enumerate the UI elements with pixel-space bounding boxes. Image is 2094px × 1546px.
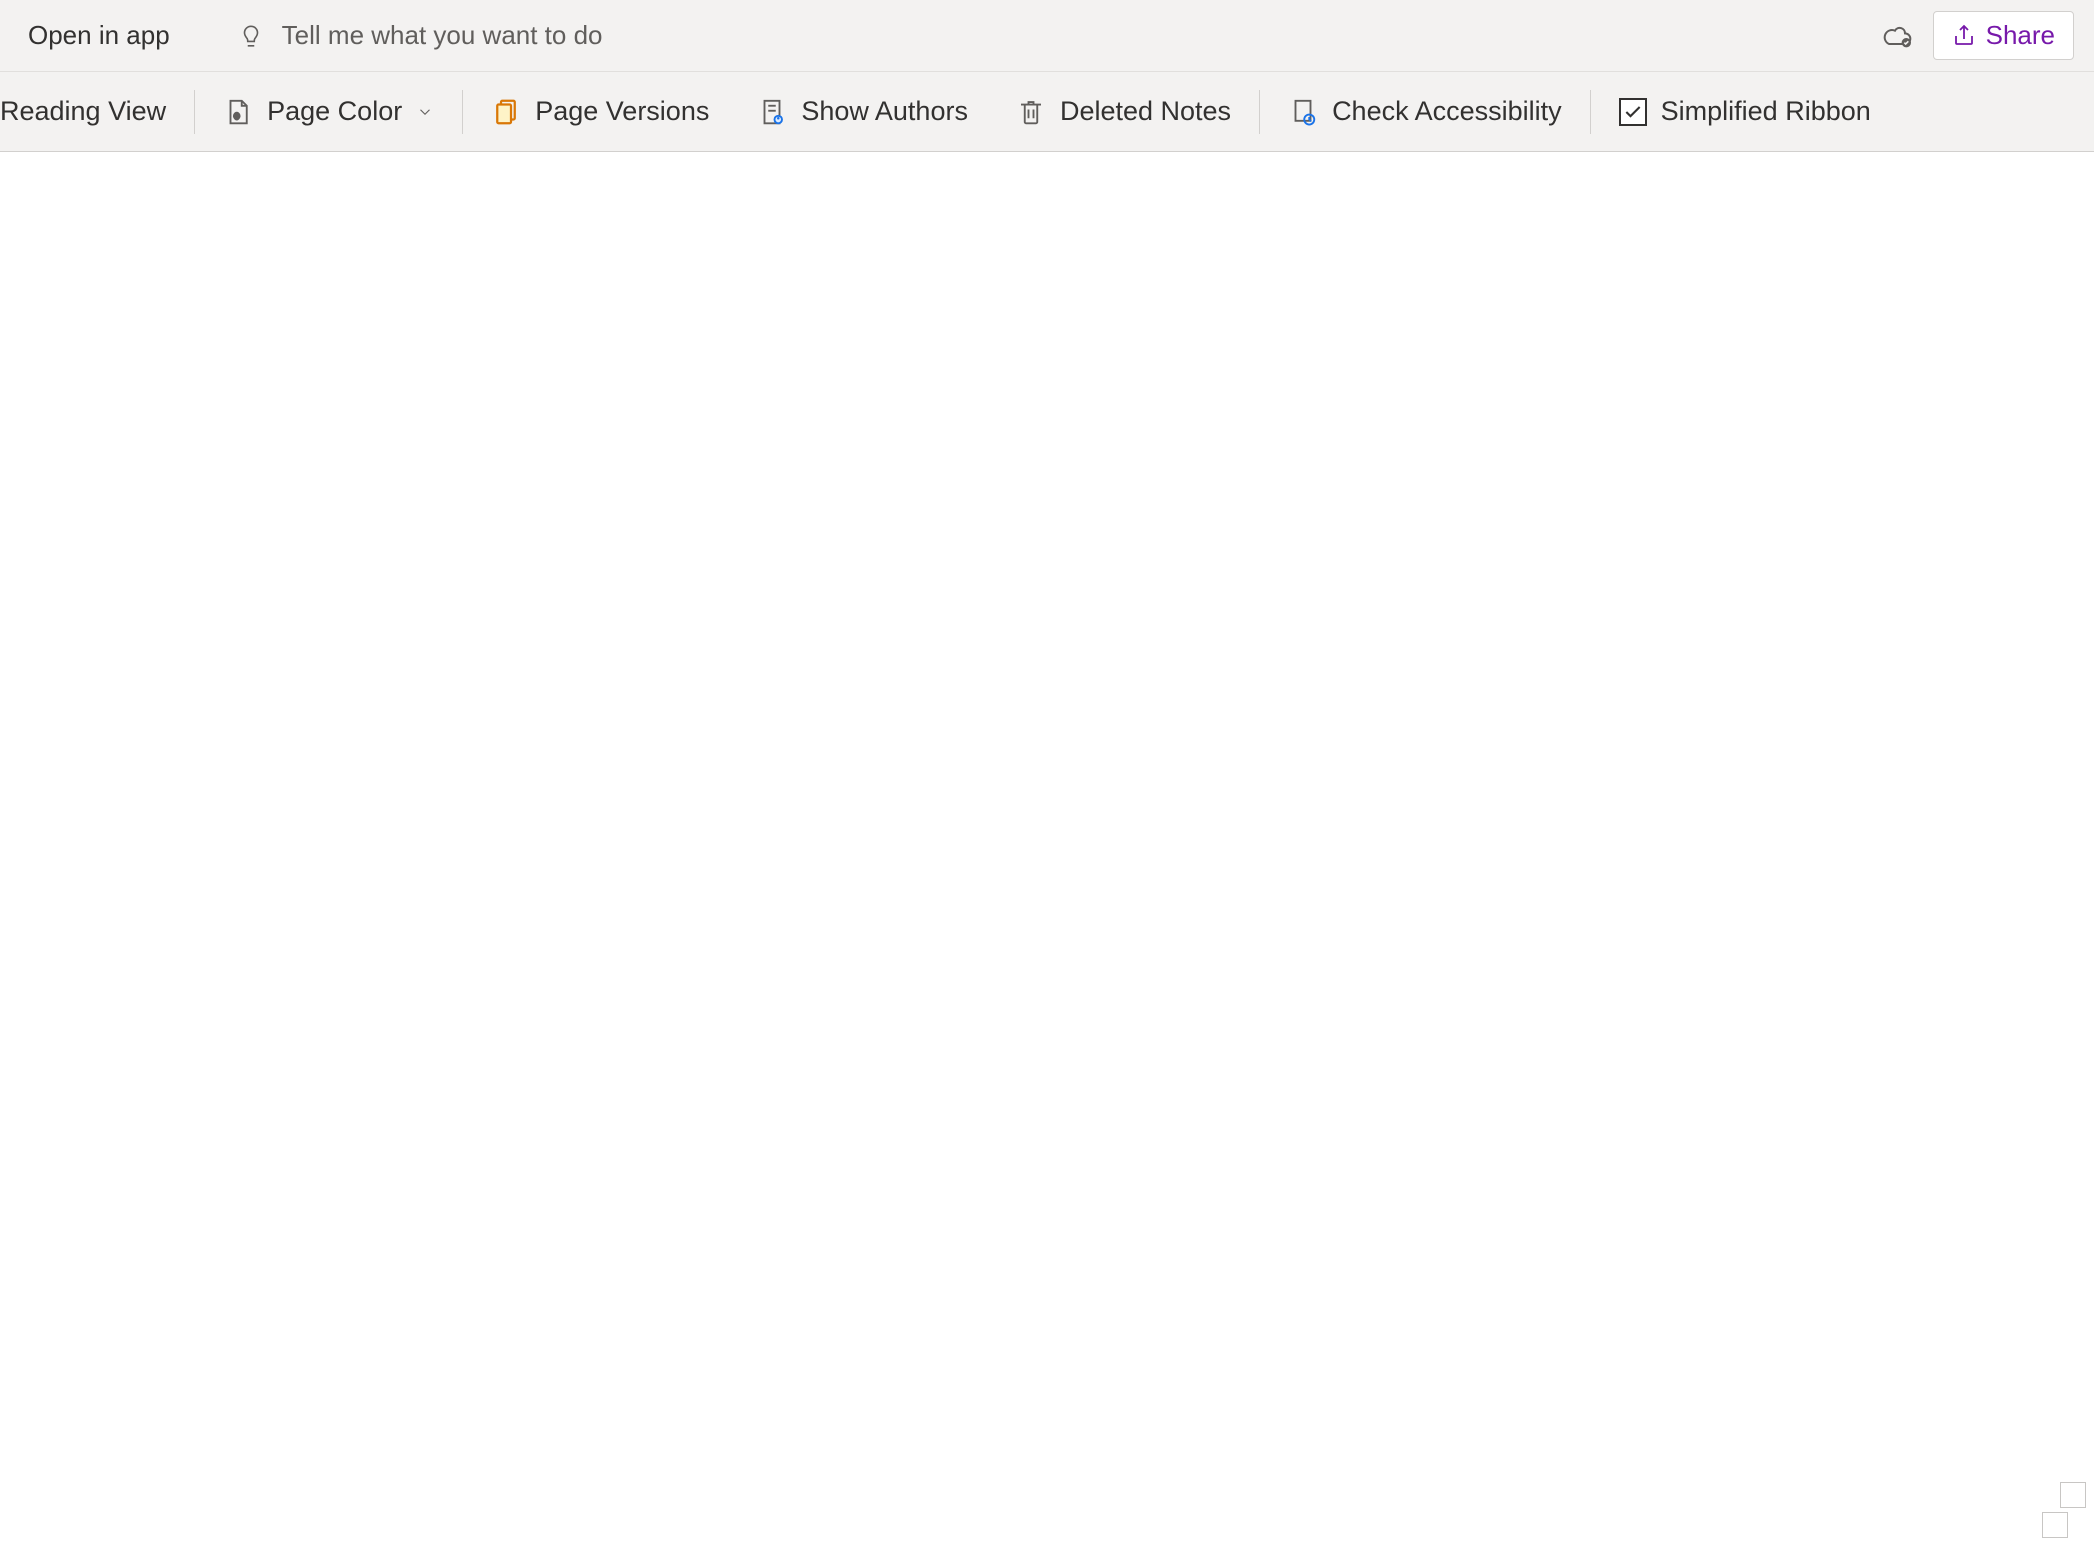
checkmark-icon: [1623, 102, 1643, 122]
show-authors-label: Show Authors: [801, 96, 968, 127]
page-versions-label: Page Versions: [535, 96, 709, 127]
deleted-notes-button[interactable]: Deleted Notes: [992, 72, 1255, 151]
top-bar: Open in app Share: [0, 0, 2094, 72]
checkbox-icon: [1619, 98, 1647, 126]
corner-box-bottom[interactable]: [2042, 1512, 2068, 1538]
ribbon-separator: [194, 90, 195, 134]
ribbon-separator: [462, 90, 463, 134]
reading-view-label: Reading View: [0, 96, 166, 127]
content-area[interactable]: [0, 152, 2094, 1546]
simplified-ribbon-toggle[interactable]: Simplified Ribbon: [1595, 72, 1895, 151]
tell-me-container: [238, 20, 1881, 51]
page-color-icon: [223, 97, 253, 127]
corner-controls: [2042, 1482, 2086, 1538]
accessibility-icon: [1288, 97, 1318, 127]
open-in-app-button[interactable]: Open in app: [10, 12, 188, 59]
simplified-ribbon-label: Simplified Ribbon: [1661, 96, 1871, 127]
page-color-button[interactable]: Page Color: [199, 72, 458, 151]
ribbon-separator: [1259, 90, 1260, 134]
cloud-sync-icon[interactable]: [1881, 20, 1913, 52]
deleted-notes-label: Deleted Notes: [1060, 96, 1231, 127]
ribbon-separator: [1590, 90, 1591, 134]
share-button[interactable]: Share: [1933, 11, 2074, 60]
trash-icon: [1016, 97, 1046, 127]
check-accessibility-label: Check Accessibility: [1332, 96, 1562, 127]
corner-box-top[interactable]: [2060, 1482, 2086, 1508]
share-icon: [1952, 24, 1976, 48]
share-label: Share: [1986, 20, 2055, 51]
page-versions-icon: [491, 97, 521, 127]
top-right: Share: [1881, 11, 2084, 60]
tell-me-input[interactable]: [282, 20, 882, 51]
show-authors-button[interactable]: Show Authors: [733, 72, 992, 151]
chevron-down-icon: [416, 103, 434, 121]
lightbulb-icon: [238, 23, 264, 49]
check-accessibility-button[interactable]: Check Accessibility: [1264, 72, 1586, 151]
page-versions-button[interactable]: Page Versions: [467, 72, 733, 151]
ribbon: Reading View Page Color Page Versions Sh…: [0, 72, 2094, 152]
reading-view-button[interactable]: Reading View: [0, 72, 190, 151]
show-authors-icon: [757, 97, 787, 127]
page-color-label: Page Color: [267, 96, 402, 127]
